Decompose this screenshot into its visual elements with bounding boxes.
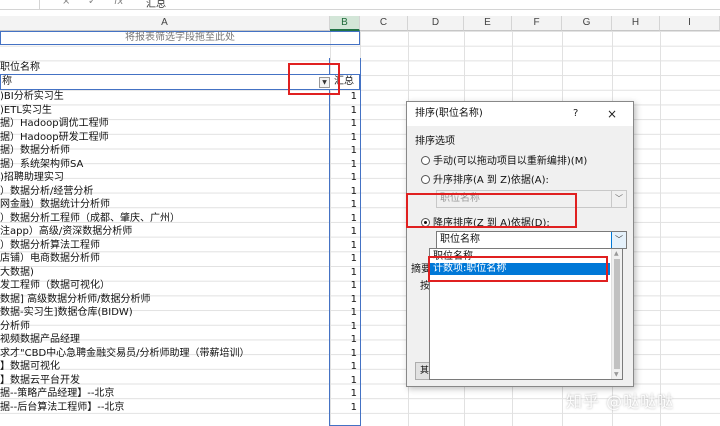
column-header-c[interactable]: C: [360, 16, 408, 31]
scroll-thumb[interactable]: [614, 259, 620, 369]
pivot-row-label[interactable]: 据）Hadoop研发工程师: [0, 131, 330, 145]
radio-icon: [421, 156, 430, 165]
pivot-row-value[interactable]: 1: [331, 347, 359, 361]
column-header-a[interactable]: A: [0, 16, 330, 31]
formula-bar: × ✓ fx 汇总: [0, 0, 720, 10]
dialog-title: 排序(职位名称): [407, 102, 633, 126]
pivot-row-label[interactable]: ）数据分析/经营分析: [0, 185, 330, 199]
pivot-row-value[interactable]: 1: [331, 320, 359, 334]
pivot-row-label[interactable]: 据--策略产品经理】--北京: [0, 387, 330, 401]
pivot-row-label[interactable]: 据）数据分析师: [0, 144, 330, 158]
column-header-e[interactable]: E: [464, 16, 512, 31]
help-icon[interactable]: ?: [573, 102, 578, 126]
pivot-row-label[interactable]: 大数据): [0, 266, 330, 280]
pivot-row-label[interactable]: 网金融）数据统计分析师: [0, 198, 330, 212]
radio-manual-label: 手动(可以拖动项目以重新编排)(M): [433, 156, 588, 167]
pivot-row-value[interactable]: 1: [331, 374, 359, 388]
pivot-row-label[interactable]: 据）Hadoop调优工程师: [0, 117, 330, 131]
pivot-row-value[interactable]: 1: [331, 158, 359, 172]
pivot-row-value[interactable]: 1: [331, 185, 359, 199]
radio-ascending[interactable]: 升序排序(A 到 Z)依据(A):: [421, 171, 549, 186]
scroll-up-icon[interactable]: ▲: [614, 250, 619, 257]
pivot-row-value[interactable]: 1: [331, 117, 359, 131]
pivot-row-label[interactable]: 据--后台算法工程师】--北京: [0, 401, 330, 415]
descending-field-combo[interactable]: 职位名称 ﹀: [436, 231, 627, 249]
pivot-row-label[interactable]: 视频数据产品经理: [0, 333, 330, 347]
pivot-row-label[interactable]: ）数据分析工程师（成都、肇庆、广州）: [0, 212, 330, 226]
pivot-row-value[interactable]: 1: [331, 401, 359, 415]
pivot-row-value[interactable]: 1: [331, 131, 359, 145]
descending-combo-value: 职位名称: [440, 234, 480, 245]
pivot-field-label: 职位名称: [0, 62, 40, 73]
pivot-row-label[interactable]: 求才"CBD中心急聘金融交易员/分析师助理（带薪培训）: [0, 347, 330, 361]
highlight-count-option: [428, 256, 608, 282]
pivot-row-label[interactable]: )BI分析实习生: [0, 90, 330, 104]
close-icon[interactable]: ×: [607, 102, 617, 126]
radio-icon: [421, 175, 430, 184]
list-scrollbar[interactable]: ▲ ▼: [611, 249, 622, 379]
pivot-row-label[interactable]: ）数据分析算法工程师: [0, 239, 330, 253]
pivot-row-label[interactable]: )招聘助理实习: [0, 171, 330, 185]
pivot-row-value[interactable]: 1: [331, 293, 359, 307]
column-header-h[interactable]: H: [612, 16, 660, 31]
name-box[interactable]: [0, 0, 40, 9]
pivot-row-value[interactable]: 1: [331, 387, 359, 401]
pivot-row-value[interactable]: 1: [331, 144, 359, 158]
pivot-row-label[interactable]: 】数据云平台开发: [0, 374, 330, 388]
pivot-row-value[interactable]: 1: [331, 266, 359, 280]
scroll-down-icon[interactable]: ▼: [614, 371, 619, 378]
pivot-row-value[interactable]: 1: [331, 239, 359, 253]
pivot-row-value[interactable]: 1: [331, 225, 359, 239]
sort-options-heading: 排序选项: [415, 136, 455, 147]
pivot-row-label[interactable]: 店铺）电商数据分析师: [0, 252, 330, 266]
formula-input[interactable]: 汇总: [146, 0, 166, 10]
pivot-row-label[interactable]: )ETL实习生: [0, 104, 330, 118]
highlight-descending: [406, 193, 577, 228]
chevron-down-icon: ﹀: [611, 191, 626, 207]
pivot-row-value[interactable]: 1: [331, 104, 359, 118]
pivot-row-value[interactable]: 1: [331, 198, 359, 212]
column-header-d[interactable]: D: [408, 16, 464, 31]
row-label-header: 称: [2, 76, 12, 87]
column-header-i[interactable]: I: [660, 16, 720, 31]
gridline: [660, 31, 661, 426]
column-header-g[interactable]: G: [562, 16, 612, 31]
watermark: 知乎 @哒哒哒: [566, 392, 675, 411]
pivot-row-value[interactable]: 1: [331, 333, 359, 347]
column-header-f[interactable]: F: [512, 16, 562, 31]
chevron-down-icon[interactable]: ﹀: [611, 232, 626, 248]
enter-icon[interactable]: ✓: [88, 0, 96, 7]
radio-ascending-label: 升序排序(A 到 Z)依据(A):: [433, 175, 549, 186]
fx-icon[interactable]: fx: [114, 0, 123, 7]
pivot-row-value[interactable]: 1: [331, 212, 359, 226]
pivot-row-label[interactable]: 发工程师（数据可视化）: [0, 279, 330, 293]
pivot-row-label[interactable]: 据）系统架构师SA: [0, 158, 330, 172]
pivot-row-label[interactable]: 数据-实习生]数据仓库(BIDW): [0, 306, 330, 320]
column-header-b[interactable]: B: [330, 16, 360, 31]
pivot-row-value[interactable]: 1: [331, 171, 359, 185]
pivot-filter-dropzone[interactable]: 将报表筛选字段拖至此处: [0, 31, 360, 45]
pivot-row-value[interactable]: 1: [331, 279, 359, 293]
pivot-row-value[interactable]: 1: [331, 360, 359, 374]
pivot-row-label[interactable]: 分析师: [0, 320, 330, 334]
pivot-row-value[interactable]: 1: [331, 252, 359, 266]
pivot-row-value[interactable]: 1: [331, 306, 359, 320]
pivot-row-label[interactable]: 注app）高级/资深数据分析师: [0, 225, 330, 239]
pivot-row-label[interactable]: 】数据可视化: [0, 360, 330, 374]
cancel-icon[interactable]: ×: [62, 0, 70, 7]
radio-manual[interactable]: 手动(可以拖动项目以重新编排)(M): [421, 152, 587, 167]
highlight-dropdown: [288, 63, 340, 95]
pivot-row-label[interactable]: 数据] 高级数据分析师/数据分析师: [0, 293, 330, 307]
